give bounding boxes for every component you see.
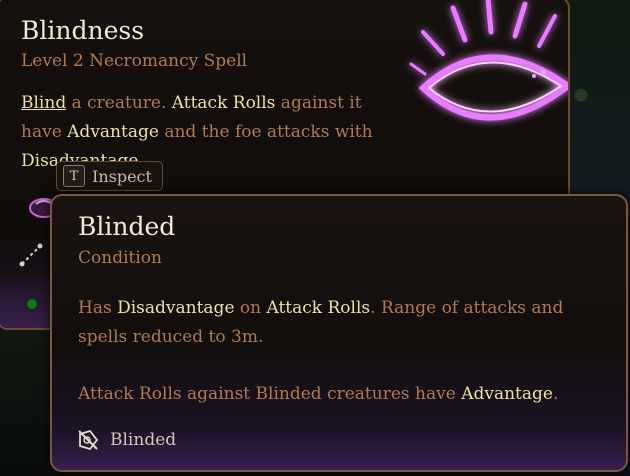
blindness-spell-icon <box>409 0 568 121</box>
condition-text: on <box>234 298 267 318</box>
action-dot-icon <box>25 297 39 311</box>
inspect-key: T <box>63 165 85 187</box>
condition-footer: Blinded <box>76 428 176 452</box>
advantage-keyword[interactable]: Advantage <box>67 122 159 142</box>
blinded-label: Blinded <box>110 430 177 450</box>
condition-effect-text: Has Disadvantage on Attack Rolls. Range … <box>78 294 578 352</box>
blinded-icon <box>78 429 99 451</box>
spell-desc-text: a creature. <box>66 93 172 113</box>
spell-title: Blindness <box>21 16 145 45</box>
attack-rolls-keyword[interactable]: Attack Rolls <box>267 298 371 318</box>
blind-link[interactable]: Blind <box>21 93 66 113</box>
condition-subtitle: Condition <box>78 248 162 268</box>
advantage-keyword[interactable]: Advantage <box>461 384 553 404</box>
spell-subtitle: Level 2 Necromancy Spell <box>21 51 248 71</box>
condition-advantage-text: Attack Rolls against Blinded creatures h… <box>78 380 598 409</box>
disadvantage-keyword[interactable]: Disadvantage <box>117 298 234 318</box>
condition-text: . <box>552 384 559 404</box>
attack-rolls-keyword[interactable]: Attack Rolls <box>172 93 276 113</box>
inspect-button[interactable]: T Inspect <box>56 161 163 191</box>
condition-text: Has <box>78 298 118 318</box>
spell-desc-text: and the foe attacks with <box>158 122 373 142</box>
condition-title: Blinded <box>78 212 176 241</box>
condition-text: Attack Rolls against Blinded creatures h… <box>78 384 462 404</box>
inspect-label: Inspect <box>92 166 152 186</box>
range-icon <box>19 243 43 267</box>
condition-tooltip: Blinded Condition Has Disadvantage on At… <box>50 194 628 472</box>
